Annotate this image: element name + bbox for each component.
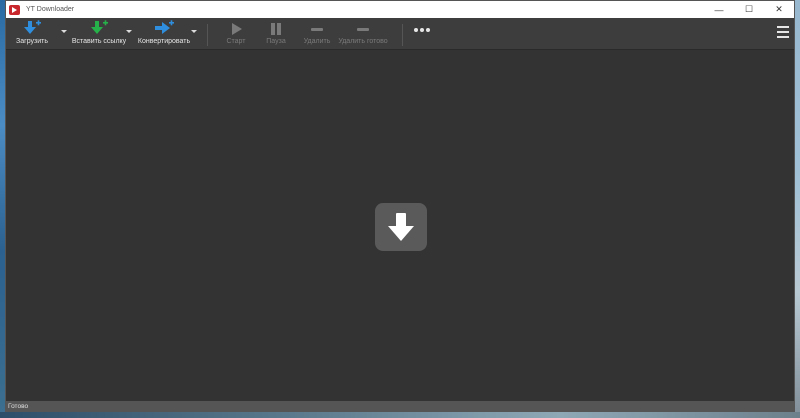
maximize-button[interactable]: ☐ [734, 1, 764, 18]
minimize-button[interactable]: — [704, 1, 734, 18]
download-label: Загрузить [16, 38, 48, 45]
drop-download-icon[interactable] [375, 203, 427, 251]
desktop-right-edge [795, 0, 800, 418]
title-bar: YT Downloader — ☐ ✕ [6, 1, 794, 18]
convert-dropdown-caret[interactable] [191, 30, 197, 33]
hamburger-menu-icon[interactable] [777, 26, 789, 38]
status-text: Готово [8, 402, 29, 410]
delete-label: Удалить [303, 38, 331, 45]
delete-done-label: Удалить готово [338, 38, 388, 45]
minus-icon [351, 18, 375, 36]
start-button[interactable]: Старт [222, 18, 250, 50]
more-dots-icon[interactable] [414, 28, 430, 32]
toolbar-separator [402, 24, 403, 46]
paste-link-button[interactable]: Вставить ссылку [70, 18, 128, 50]
app-window: YT Downloader — ☐ ✕ Загрузить Вставить с… [5, 0, 795, 412]
close-button[interactable]: ✕ [764, 1, 794, 18]
window-controls: — ☐ ✕ [704, 1, 794, 18]
convert-label: Конвертировать [137, 38, 191, 45]
toolbar: Загрузить Вставить ссылку Конвертировать… [6, 18, 794, 50]
convert-icon [152, 18, 176, 36]
download-list-area[interactable] [6, 51, 794, 402]
minus-icon [305, 18, 329, 36]
toolbar-separator [207, 24, 208, 46]
convert-button[interactable]: Конвертировать [134, 18, 194, 50]
download-dropdown-caret[interactable] [61, 30, 67, 33]
delete-button[interactable]: Удалить [300, 18, 334, 50]
download-button[interactable]: Загрузить [12, 18, 52, 50]
pause-icon [264, 18, 288, 36]
download-arrow-icon [20, 18, 44, 36]
pause-button[interactable]: Пауза [262, 18, 290, 50]
start-label: Старт [226, 38, 246, 45]
desktop-bottom-edge [0, 412, 800, 418]
play-icon [224, 18, 248, 36]
delete-done-button[interactable]: Удалить готово [338, 18, 388, 50]
app-logo-icon [9, 4, 20, 15]
status-bar: Готово [6, 401, 794, 411]
paste-link-icon [87, 18, 111, 36]
pause-label: Пауза [266, 38, 286, 45]
paste-link-label: Вставить ссылку [71, 38, 127, 45]
paste-link-dropdown-caret[interactable] [126, 30, 132, 33]
window-title: YT Downloader [26, 6, 75, 13]
